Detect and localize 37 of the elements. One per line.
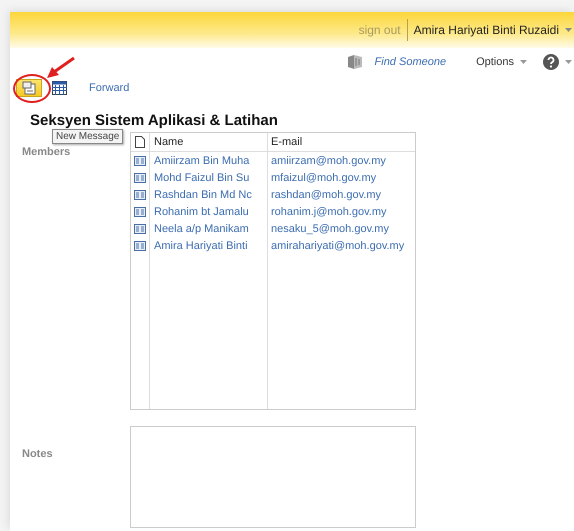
contact-card-icon [134, 190, 146, 200]
member-email-link[interactable]: rashdan@moh.gov.my [268, 186, 415, 203]
member-name-link[interactable]: Neela a/p Manikam [150, 220, 268, 237]
member-email-link[interactable]: amirahariyati@moh.gov.my [268, 237, 415, 254]
member-name-link[interactable]: Amiirzam Bin Muha [150, 152, 268, 169]
contact-card-icon [134, 240, 146, 250]
member-name-link[interactable]: Rohanim bt Jamalu [150, 203, 268, 220]
member-name-link[interactable]: Mohd Faizul Bin Su [150, 169, 268, 186]
page-title: Seksyen Sistem Aplikasi & Latihan [30, 112, 279, 129]
contact-card-icon [134, 206, 146, 216]
section-label: Notes [22, 447, 54, 462]
address-book-icon[interactable] [346, 54, 363, 70]
caret-icon[interactable] [520, 60, 527, 64]
user-name-menu[interactable]: Amira Hariyati Binti Ruzaidi [414, 23, 559, 37]
column-header[interactable]: E-mail [268, 133, 415, 151]
section-label: Members [22, 145, 72, 160]
message-icon [22, 81, 36, 95]
member-email-link[interactable]: nesaku_5@moh.gov.my [268, 220, 415, 237]
caret-icon[interactable] [565, 28, 572, 32]
tooltip: New Message [52, 129, 124, 144]
member-email-link[interactable]: mfaizul@moh.gov.my [268, 169, 415, 186]
options-menu[interactable]: Options [476, 56, 514, 68]
member-name-link[interactable]: Rashdan Bin Md Nc [150, 186, 268, 203]
caret-icon[interactable] [565, 60, 572, 64]
member-email-link[interactable]: amiirzam@moh.gov.my [268, 152, 415, 169]
help-icon[interactable] [543, 54, 559, 70]
member-email-link[interactable]: rohanim.j@moh.gov.my [268, 203, 415, 220]
contact-card-icon [134, 156, 146, 166]
document-icon [135, 136, 145, 148]
forward-link[interactable]: Forward [89, 82, 130, 94]
contact-card-icon [134, 224, 146, 234]
column-header[interactable]: Name [150, 133, 268, 151]
contact-card-icon [134, 172, 146, 182]
calendar-icon[interactable] [52, 81, 67, 95]
find-someone-link[interactable]: Find Someone [374, 56, 446, 68]
member-name-link[interactable]: Amira Hariyati Binti [150, 237, 268, 254]
new-message-button[interactable] [16, 79, 42, 97]
